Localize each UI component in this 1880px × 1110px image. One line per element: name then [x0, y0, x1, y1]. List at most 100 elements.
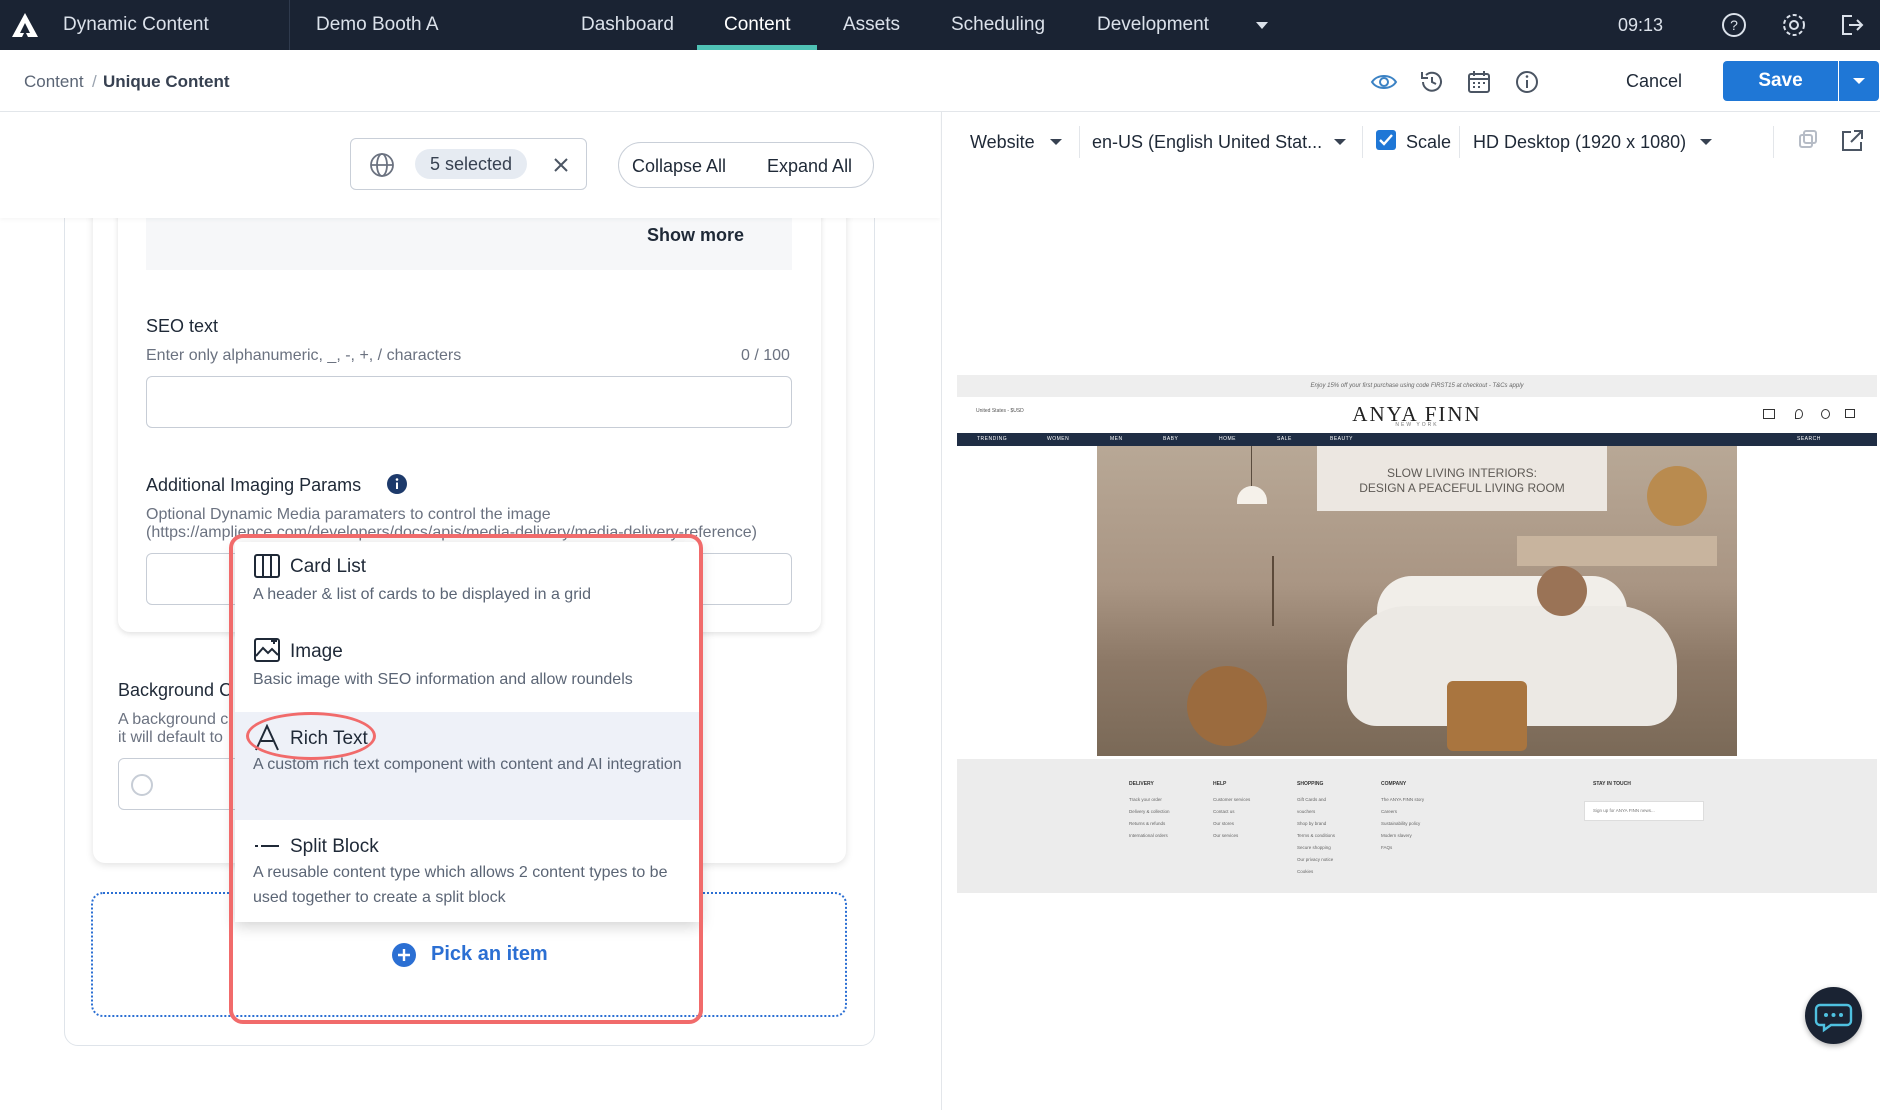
footer-link[interactable]: The ANYA FINN story: [1381, 797, 1424, 802]
save-button[interactable]: Save: [1723, 61, 1838, 101]
breadcrumb-parent[interactable]: Content: [24, 72, 84, 92]
menu-item-image[interactable]: Image Basic image with SEO information a…: [235, 627, 700, 712]
country-selector[interactable]: United States - $USD: [976, 408, 1024, 414]
close-icon[interactable]: [552, 156, 570, 174]
footer-link[interactable]: FAQs: [1381, 845, 1392, 850]
footer-heading: HELP: [1213, 781, 1227, 787]
store-icon[interactable]: [1763, 409, 1775, 419]
chevron-down-icon[interactable]: [1333, 137, 1347, 147]
calendar-icon[interactable]: [1465, 68, 1493, 96]
tab-dashboard[interactable]: Dashboard: [581, 0, 674, 50]
footer-link[interactable]: Contact us: [1213, 809, 1235, 814]
pouf-shape: [1187, 666, 1267, 746]
footer-link[interactable]: Gift Cards and: [1297, 797, 1326, 802]
scale-checkbox[interactable]: [1376, 130, 1396, 150]
location-icon[interactable]: [1795, 409, 1803, 419]
plant-shape: [1272, 556, 1302, 626]
logout-icon[interactable]: [1838, 12, 1864, 38]
svg-text:?: ?: [1730, 17, 1738, 33]
site-nav-item[interactable]: BABY: [1163, 436, 1178, 442]
info-icon[interactable]: [1513, 68, 1541, 96]
info-icon[interactable]: [386, 473, 408, 495]
open-external-icon[interactable]: [1839, 128, 1865, 154]
seo-text-input[interactable]: [146, 376, 792, 428]
expand-all-button[interactable]: Expand All: [767, 143, 852, 189]
amplience-logo-icon[interactable]: [10, 11, 38, 37]
site-nav-item[interactable]: TRENDING: [977, 436, 1007, 442]
site-nav-item[interactable]: HOME: [1219, 436, 1236, 442]
history-icon[interactable]: [1418, 68, 1446, 96]
eye-icon[interactable]: [1370, 68, 1398, 96]
footer-link[interactable]: Terms & conditions: [1297, 833, 1335, 838]
menu-item-rich-text[interactable]: Rich Text A custom rich text component w…: [235, 712, 700, 820]
site-nav-item[interactable]: WOMEN: [1047, 436, 1069, 442]
content-header: Content / Unique Content Cancel Save: [0, 50, 1880, 112]
site-nav-item[interactable]: BEAUTY: [1330, 436, 1353, 442]
chevron-down-icon[interactable]: [1049, 137, 1063, 147]
split-block-icon: [253, 832, 281, 860]
footer-link[interactable]: Secure shopping: [1297, 845, 1331, 850]
globe-icon[interactable]: [369, 152, 395, 178]
imaging-params-label: Additional Imaging Params: [146, 475, 362, 495]
delivery-key-select[interactable]: Website: [970, 132, 1035, 153]
hub-name[interactable]: Demo Booth A: [316, 0, 439, 50]
newsletter-input[interactable]: Sign up for ANYA FINN news...: [1584, 801, 1704, 821]
breadcrumb-separator: /: [92, 72, 97, 91]
footer-link[interactable]: Modern slavery: [1381, 833, 1412, 838]
site-search[interactable]: SEARCH: [1797, 436, 1821, 442]
footer-heading: SHOPPING: [1297, 781, 1324, 787]
menu-item-split-block[interactable]: Split Block A reusable content type whic…: [235, 820, 700, 922]
cart-icon[interactable]: [1845, 409, 1855, 418]
background-hint-default: it will default to: [118, 729, 223, 746]
footer-link[interactable]: Customer services: [1213, 797, 1250, 802]
footer-link[interactable]: Sustainability policy: [1381, 821, 1420, 826]
footer-link[interactable]: Cookies: [1297, 869, 1313, 874]
footer-link[interactable]: Returns & refunds: [1129, 821, 1165, 826]
tab-content[interactable]: Content: [724, 0, 791, 50]
content-type-menu: Card List A header & list of cards to be…: [235, 542, 700, 922]
background-color-input[interactable]: [118, 758, 248, 810]
footer-link[interactable]: Our stores: [1213, 821, 1234, 826]
tab-development[interactable]: Development: [1097, 0, 1209, 50]
chevron-down-icon[interactable]: [1699, 137, 1713, 147]
selected-locales-chip[interactable]: 5 selected: [415, 149, 528, 179]
locale-filter[interactable]: 5 selected: [350, 138, 587, 190]
toolbar-divider: [1079, 126, 1080, 158]
footer-link[interactable]: Delivery & collection: [1129, 809, 1170, 814]
gear-icon[interactable]: [1781, 12, 1807, 38]
preview-locale-select[interactable]: en-US (English United Stat...: [1092, 132, 1322, 153]
plus-icon[interactable]: [391, 942, 417, 968]
menu-item-title: Card List: [290, 556, 367, 577]
tab-scheduling[interactable]: Scheduling: [951, 0, 1045, 50]
footer-heading: STAY IN TOUCH: [1593, 781, 1631, 787]
chat-button[interactable]: [1805, 987, 1862, 1044]
show-more-link[interactable]: Show more: [647, 225, 744, 246]
footer-link[interactable]: vouchers: [1297, 809, 1315, 814]
cancel-button[interactable]: Cancel: [1612, 61, 1696, 101]
footer-link[interactable]: Our services: [1213, 833, 1238, 838]
chevron-down-icon[interactable]: [1254, 19, 1270, 31]
footer-link[interactable]: Our privacy notice: [1297, 857, 1333, 862]
account-icon[interactable]: [1821, 409, 1830, 419]
device-select[interactable]: HD Desktop (1920 x 1080): [1473, 132, 1686, 153]
footer-link[interactable]: International orders: [1129, 833, 1168, 838]
sync-icon[interactable]: [1795, 128, 1821, 154]
image-icon: [253, 636, 281, 664]
footer-link[interactable]: Shop by brand: [1297, 821, 1326, 826]
help-icon[interactable]: ?: [1721, 12, 1747, 38]
tab-assets[interactable]: Assets: [843, 0, 900, 50]
pick-item-link[interactable]: Pick an item: [431, 943, 548, 966]
color-swatch[interactable]: [131, 774, 153, 796]
toolbar-divider: [1362, 126, 1363, 158]
footer-link[interactable]: Track your order: [1129, 797, 1162, 802]
collapse-all-button[interactable]: Collapse All: [632, 143, 726, 189]
app-name[interactable]: Dynamic Content: [63, 0, 209, 50]
breadcrumb-current: Unique Content: [103, 72, 230, 91]
toolbar-divider: [1459, 126, 1460, 158]
footer-link[interactable]: Careers: [1381, 809, 1397, 814]
site-nav-item[interactable]: MEN: [1110, 436, 1123, 442]
menu-item-card-list[interactable]: Card List A header & list of cards to be…: [235, 542, 700, 627]
site-nav-item[interactable]: SALE: [1277, 436, 1292, 442]
menu-item-title: Image: [290, 641, 343, 662]
save-options-button[interactable]: [1839, 61, 1879, 101]
